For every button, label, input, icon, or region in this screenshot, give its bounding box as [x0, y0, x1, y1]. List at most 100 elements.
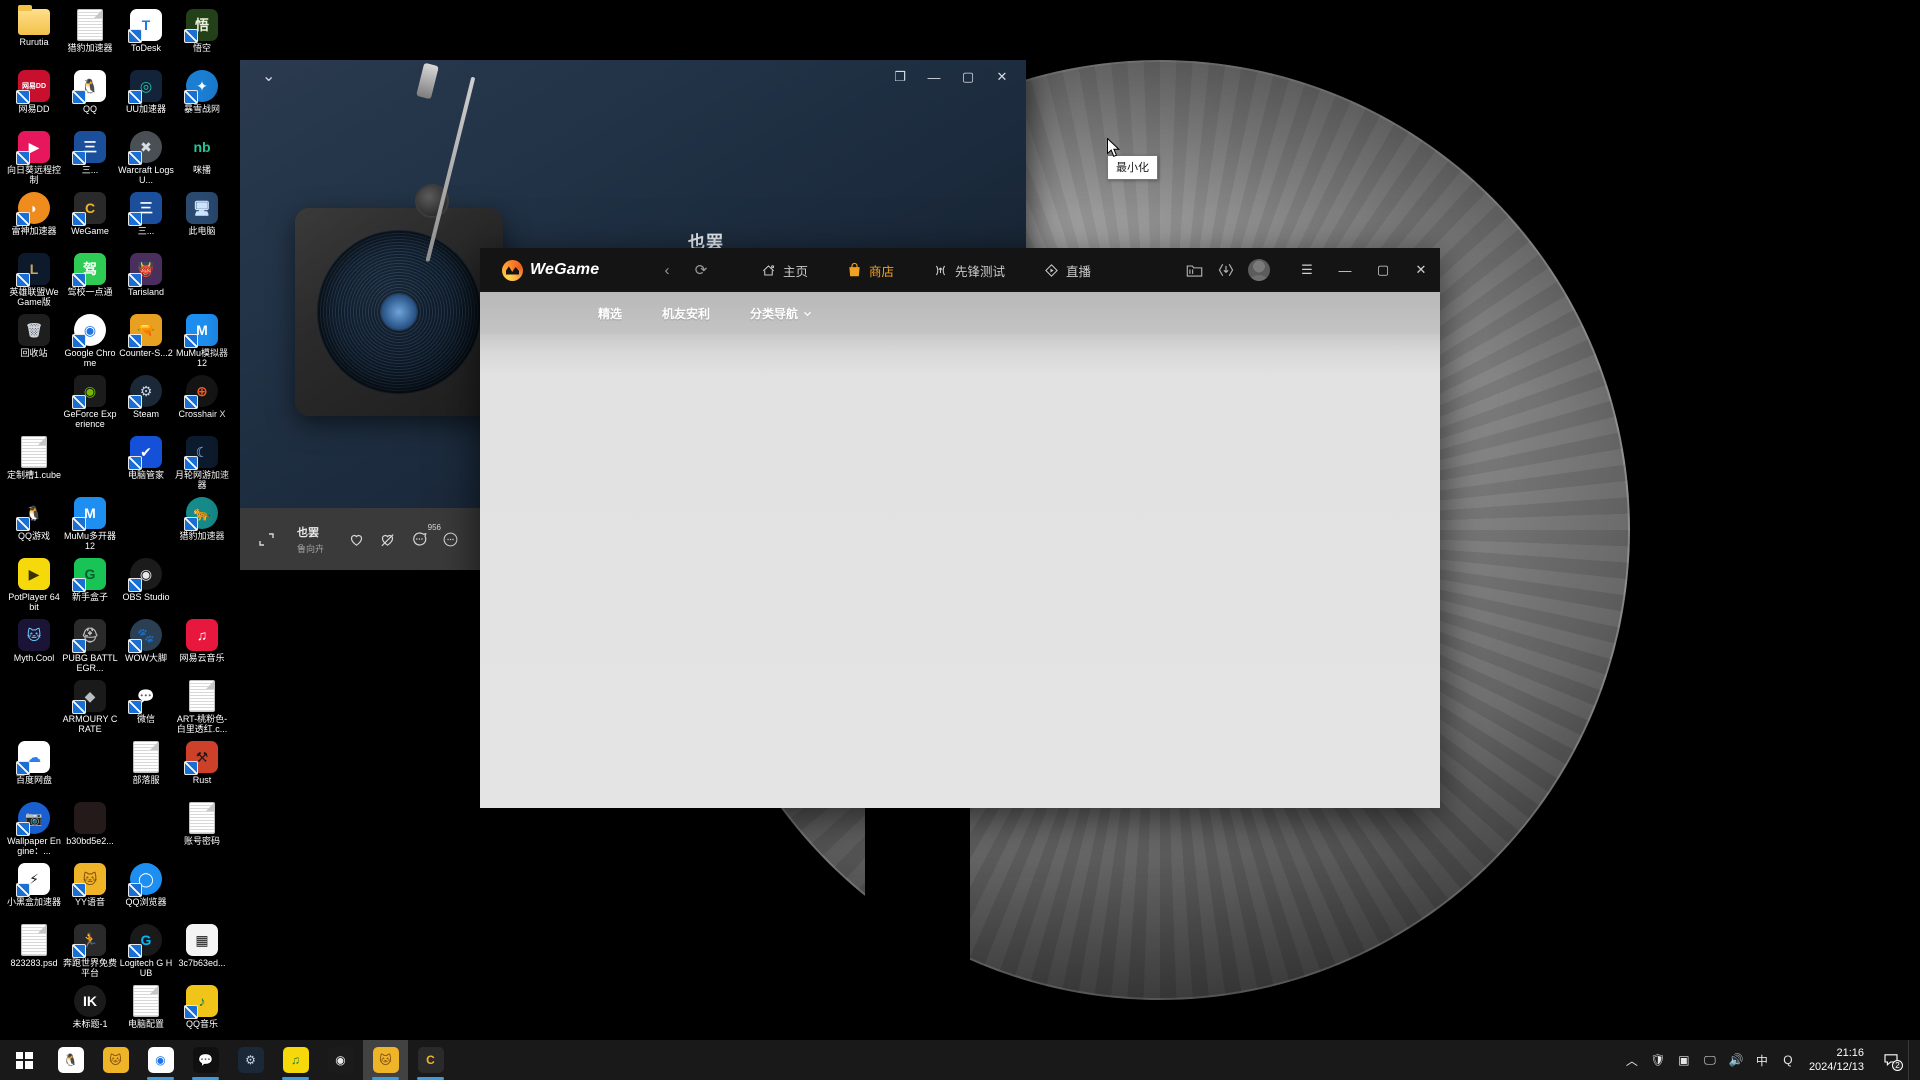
desktop-icon[interactable]: 🐧 ↱ QQ游戏 — [6, 494, 62, 555]
desktop-icon[interactable]: ☾ ↱ 月轮网游加速器 — [174, 433, 230, 494]
desktop-icon[interactable]: 三 ↱ 三... — [118, 189, 174, 250]
desktop-icon[interactable]: 📷 ↱ Wallpaper Engine：... — [6, 799, 62, 860]
desktop-icon[interactable]: ◉ ↱ OBS Studio — [118, 555, 174, 616]
desktop-icon[interactable]: M ↱ MuMu多开器12 — [62, 494, 118, 555]
desktop-icon[interactable]: ▦ 3c7b63ed... — [174, 921, 230, 982]
fullscreen-icon[interactable] — [258, 531, 275, 548]
monitor-icon[interactable]: 🖵 — [1697, 1040, 1723, 1080]
desktop-icon[interactable]: 网易DD ↱ 网易DD — [6, 67, 62, 128]
desktop-icon[interactable]: ▶ PotPlayer 64 bit — [6, 555, 62, 616]
taskbar-app-chrome[interactable]: ◉ — [138, 1040, 183, 1080]
clock[interactable]: 21:16 2024/12/13 — [1801, 1040, 1874, 1080]
desktop-icon[interactable]: 悟 ↱ 悟空 — [174, 6, 230, 67]
back-button[interactable]: ‹ — [650, 248, 684, 292]
desktop-icon[interactable]: ⚙ ↱ Steam — [118, 372, 174, 433]
desktop-icon[interactable]: ✖ ↱ Warcraft Logs U... — [118, 128, 174, 189]
taskbar-app-wegame[interactable]: C — [408, 1040, 453, 1080]
desktop-icon[interactable]: ✔ ↱ 电脑管家 — [118, 433, 174, 494]
desktop-icon[interactable]: ◎ ↱ UU加速器 — [118, 67, 174, 128]
download-icon[interactable] — [1210, 248, 1242, 292]
desktop-icon[interactable]: ✦ ↱ 暴雪战网 — [174, 67, 230, 128]
taskbar-app-yy-voice[interactable]: 🐱 — [363, 1040, 408, 1080]
wegame-logo[interactable]: WeGame — [480, 259, 650, 281]
menu-icon[interactable]: ☰ — [1288, 248, 1326, 292]
desktop-icon[interactable]: 823283.psd — [6, 921, 62, 982]
desktop-icon[interactable]: ☁ ↱ 百度网盘 — [6, 738, 62, 799]
dislike-icon[interactable] — [379, 531, 396, 548]
desktop-icon[interactable]: 三 ↱ 三... — [62, 128, 118, 189]
desktop-icon[interactable]: G ↱ 新手盒子 — [62, 555, 118, 616]
wegame-tab-home[interactable]: 主页 — [760, 248, 808, 292]
desktop-icon[interactable]: ◗ ↱ 雷神加速器 — [6, 189, 62, 250]
close-icon[interactable]: ✕ — [1402, 248, 1440, 292]
wegame-subnav-item[interactable]: 精选 — [598, 305, 622, 322]
refresh-button[interactable]: ⟳ — [684, 248, 718, 292]
wegame-content-area[interactable] — [480, 334, 1440, 808]
desktop-icon[interactable]: 🔫 ↱ Counter-S...2 — [118, 311, 174, 372]
collapse-chevron-icon[interactable]: ⌄ — [256, 65, 281, 89]
desktop-icon[interactable]: C ↱ WeGame — [62, 189, 118, 250]
notification-center-button[interactable]: 2 — [1874, 1040, 1908, 1080]
desktop-icon[interactable]: ◉ ↱ Google Chrome — [62, 311, 118, 372]
qq-tray-icon[interactable]: Q — [1775, 1040, 1801, 1080]
wegame-titlebar[interactable]: WeGame ‹ ⟳ 主页 商店 先锋测试 直播 ☰ — ▢ ✕ — [480, 248, 1440, 292]
network-share-icon[interactable]: ▣ — [1671, 1040, 1697, 1080]
wegame-window[interactable]: WeGame ‹ ⟳ 主页 商店 先锋测试 直播 ☰ — ▢ ✕ 精选 机友安利… — [480, 248, 1440, 808]
desktop-icon[interactable]: 🐾 ↱ WOW大脚 — [118, 616, 174, 677]
taskbar-app-wechat[interactable]: 💬 — [183, 1040, 228, 1080]
heart-icon[interactable] — [348, 531, 365, 548]
taskbar-app-netease-music[interactable]: ♫ — [273, 1040, 318, 1080]
desktop-icon[interactable]: G ↱ Logitech G HUB — [118, 921, 174, 982]
desktop-icon[interactable]: 🐱 Myth.Cool — [6, 616, 62, 677]
wegame-subnav-item[interactable]: 机友安利 — [662, 305, 710, 322]
taskbar[interactable]: 🐧 🐱 ◉ 💬 ⚙ ♫ ◉ 🐱 C ︿ 🛡 ▣ 🖵 🔊 中 Q 21:16 2024/12/13 2 — [0, 1040, 1920, 1080]
more-options-icon[interactable] — [442, 531, 459, 548]
desktop-icon[interactable]: 🏃 ↱ 奔跑世界免费平台 — [62, 921, 118, 982]
desktop-icon[interactable]: nb 咪播 — [174, 128, 230, 189]
desktop-icon[interactable]: T ↱ ToDesk — [118, 6, 174, 67]
tray-expand-icon[interactable]: ︿ — [1619, 1040, 1645, 1080]
close-icon[interactable]: ✕ — [986, 64, 1018, 90]
desktop-icon[interactable]: 定制槽1.cube — [6, 433, 62, 494]
maximize-icon[interactable]: ▢ — [952, 64, 984, 90]
desktop-icon[interactable]: ART-桃粉色-白里透红.c... — [174, 677, 230, 738]
desktop-icon[interactable]: 🐆 ↱ 猎豹加速器 — [174, 494, 230, 555]
desktop-icon[interactable]: ◉ ↱ GeForce Experience — [62, 372, 118, 433]
desktop-icon[interactable]: 🖥 此电脑 — [174, 189, 230, 250]
avatar[interactable] — [1248, 259, 1270, 281]
desktop-icon[interactable]: ♫ 网易云音乐 — [174, 616, 230, 677]
desktop-icon[interactable]: ⚡ ↱ 小黑盒加速器 — [6, 860, 62, 921]
wegame-tab-live-diamond[interactable]: 直播 — [1043, 248, 1091, 292]
desktop-icon[interactable]: IK 未标题-1 — [62, 982, 118, 1043]
start-button[interactable] — [0, 1040, 48, 1080]
comment-icon[interactable]: 956 — [410, 523, 441, 548]
taskbar-app-steam[interactable]: ⚙ — [228, 1040, 273, 1080]
desktop-icon[interactable]: 🐱 ↱ YY语音 — [62, 860, 118, 921]
desktop-icon[interactable]: ♪ ↱ QQ音乐 — [174, 982, 230, 1043]
desktop-icon[interactable]: ▶ ↱ 向日葵远程控制 — [6, 128, 62, 189]
taskbar-app-yy[interactable]: 🐱 — [93, 1040, 138, 1080]
desktop-icon[interactable]: 电脑配置 — [118, 982, 174, 1043]
desktop-icon[interactable]: 猎豹加速器 — [62, 6, 118, 67]
wegame-tab-store-bag[interactable]: 商店 — [846, 248, 894, 292]
desktop-icon[interactable]: 驾 ↱ 驾校一点通 — [62, 250, 118, 311]
wegame-subnav-item[interactable]: 分类导航 — [750, 305, 812, 322]
desktop-icon[interactable]: 🗑 回收站 — [6, 311, 62, 372]
desktop-icon[interactable]: ⚒ ↱ Rust — [174, 738, 230, 799]
minimize-icon[interactable]: — — [1326, 248, 1364, 292]
desktop-icon[interactable]: ◯ ↱ QQ浏览器 — [118, 860, 174, 921]
desktop-icon[interactable]: 💬 ↱ 微信 — [118, 677, 174, 738]
volume-icon[interactable]: 🔊 — [1723, 1040, 1749, 1080]
restore-down-icon[interactable]: ❐ — [884, 64, 916, 90]
desktop-icon[interactable]: 👹 ↱ Tarisland — [118, 250, 174, 311]
desktop-icon[interactable]: Rurutia — [6, 5, 62, 67]
wegame-tab-flag[interactable]: 先锋测试 — [932, 248, 1005, 292]
library-icon[interactable] — [1178, 248, 1210, 292]
music-titlebar[interactable]: ⌄ ❐ — ▢ ✕ — [240, 60, 1026, 94]
desktop-icon[interactable]: 账号密码 — [174, 799, 230, 860]
desktop-icon[interactable]: L ↱ 英雄联盟WeGame版 — [6, 250, 62, 311]
taskbar-app-obs-studio[interactable]: ◉ — [318, 1040, 363, 1080]
ime-chinese-icon[interactable]: 中 — [1749, 1040, 1775, 1080]
desktop-icon[interactable]: ⛑ ↱ PUBG BATTLEGR... — [62, 616, 118, 677]
desktop-icon[interactable]: b30bd5e2... — [62, 799, 118, 860]
